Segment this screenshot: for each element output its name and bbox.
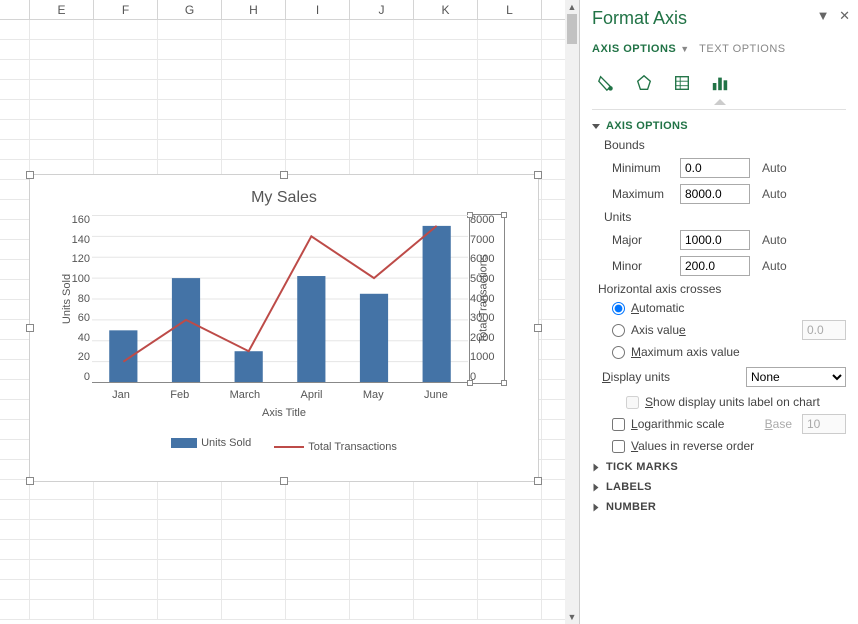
bounds-heading: Bounds	[604, 138, 846, 152]
log-scale-checkbox[interactable]	[612, 418, 625, 431]
reverse-order-checkbox[interactable]	[612, 440, 625, 453]
minor-input[interactable]	[680, 256, 750, 276]
col[interactable]: E	[30, 0, 94, 19]
hcross-automatic-label: Automatic	[631, 301, 684, 315]
right-axis-ticks[interactable]: 800070006000500040003000200010000	[470, 215, 504, 383]
col[interactable]	[0, 0, 30, 19]
major-input[interactable]	[680, 230, 750, 250]
col[interactable]: J	[350, 0, 414, 19]
auto-minimum[interactable]: Auto	[762, 161, 787, 175]
resize-handle[interactable]	[280, 477, 288, 485]
legend-label: Total Transactions	[308, 441, 397, 453]
axis-options-icon[interactable]	[708, 71, 732, 95]
major-label: Major	[602, 233, 672, 247]
minimum-label: Minimum	[602, 161, 672, 175]
effects-icon[interactable]	[632, 71, 656, 95]
maximum-label: Maximum	[602, 187, 672, 201]
col[interactable]: H	[222, 0, 286, 19]
format-axis-pane: ▼ ✕ Format Axis AXIS OPTIONS ▼ TEXT OPTI…	[580, 0, 858, 624]
section-labels[interactable]: LABELS	[592, 481, 846, 493]
plot-area[interactable]: Units Sold Total Transactions 1601401201…	[92, 215, 468, 383]
col[interactable]: K	[414, 0, 478, 19]
display-units-select[interactable]: None	[746, 367, 846, 387]
base-input	[802, 414, 846, 434]
hcross-max-radio[interactable]	[612, 346, 625, 359]
left-axis-ticks[interactable]: 160140120100806040200	[62, 215, 90, 383]
auto-minor[interactable]: Auto	[762, 259, 787, 273]
scroll-down-icon[interactable]: ▼	[565, 610, 579, 624]
chart-object[interactable]: My Sales Units Sold Total Transactions 1…	[29, 174, 539, 482]
task-pane-options-icon[interactable]: ▼	[817, 8, 830, 23]
col[interactable]: L	[478, 0, 542, 19]
minor-label: Minor	[602, 259, 672, 273]
size-properties-icon[interactable]	[670, 71, 694, 95]
fill-line-icon[interactable]	[594, 71, 618, 95]
scroll-thumb[interactable]	[567, 14, 577, 44]
maximum-input[interactable]	[680, 184, 750, 204]
legend-swatch-line	[274, 446, 304, 448]
hcross-axisvalue-label: Axis value	[631, 323, 686, 337]
hcross-automatic-radio[interactable]	[612, 302, 625, 315]
x-axis-title[interactable]: Axis Title	[30, 407, 538, 419]
pane-tabs: AXIS OPTIONS ▼ TEXT OPTIONS	[592, 39, 846, 59]
log-scale-label: Logarithmic scale	[631, 417, 724, 431]
x-axis-ticks[interactable]: JanFebMarchAprilMayJune	[92, 389, 468, 401]
hcross-max-label: Maximum axis value	[631, 345, 740, 359]
legend-swatch-bar	[171, 438, 197, 448]
show-units-label-text: Show display units label on chart	[645, 395, 820, 409]
legend-label: Units Sold	[201, 437, 251, 449]
resize-handle[interactable]	[534, 324, 542, 332]
resize-handle[interactable]	[534, 171, 542, 179]
col[interactable]: I	[286, 0, 350, 19]
col[interactable]: F	[94, 0, 158, 19]
chart-legend[interactable]: Units Sold Total Transactions	[30, 437, 538, 453]
scroll-up-icon[interactable]: ▲	[565, 0, 579, 14]
tab-axis-options[interactable]: AXIS OPTIONS	[592, 39, 682, 59]
col[interactable]: G	[158, 0, 222, 19]
hcross-axisvalue-input	[802, 320, 846, 340]
chart-plot	[92, 215, 468, 383]
base-label: Base	[765, 417, 792, 431]
show-units-label-checkbox	[626, 396, 639, 409]
reverse-order-label: Values in reverse order	[631, 439, 754, 453]
category-icons	[592, 71, 846, 95]
chart-title[interactable]: My Sales	[30, 175, 538, 215]
resize-handle[interactable]	[26, 324, 34, 332]
resize-handle[interactable]	[26, 171, 34, 179]
resize-handle[interactable]	[534, 477, 542, 485]
resize-handle[interactable]	[280, 171, 288, 179]
display-units-label: Display units	[602, 370, 670, 384]
section-tick-marks[interactable]: TICK MARKS	[592, 461, 846, 473]
axis-options-dropdown-icon[interactable]: ▼	[680, 44, 689, 54]
minimum-input[interactable]	[680, 158, 750, 178]
close-icon[interactable]: ✕	[839, 8, 850, 23]
hcross-heading: Horizontal axis crosses	[598, 282, 846, 296]
column-headers: E F G H I J K L	[0, 0, 579, 20]
pane-title: Format Axis	[592, 8, 846, 29]
hcross-axisvalue-radio[interactable]	[612, 324, 625, 337]
units-heading: Units	[604, 210, 846, 224]
section-axis-options[interactable]: AXIS OPTIONS	[592, 120, 846, 132]
vertical-scrollbar[interactable]: ▲ ▼	[565, 0, 579, 624]
auto-maximum[interactable]: Auto	[762, 187, 787, 201]
resize-handle[interactable]	[26, 477, 34, 485]
tab-text-options[interactable]: TEXT OPTIONS	[699, 39, 791, 59]
spreadsheet-grid[interactable]: E F G H I J K L ▲ ▼ My Sales Units Sold …	[0, 0, 580, 624]
section-number[interactable]: NUMBER	[592, 501, 846, 513]
auto-major[interactable]: Auto	[762, 233, 787, 247]
